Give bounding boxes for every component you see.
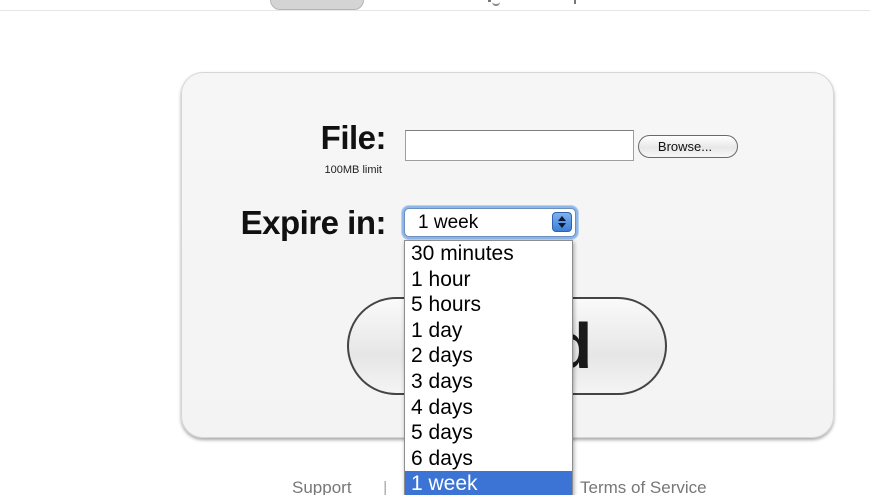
terms-of-service-link[interactable]: Terms of Service [580,478,707,495]
dropdown-option[interactable]: 2 days [405,343,572,369]
top-text-fragment [574,0,576,4]
page: File: 100MB limit Browse... Expire in: d… [0,0,870,495]
footer: Support | Terms of Service [0,478,870,495]
footer-separator: | [383,478,388,495]
dropdown-option[interactable]: 4 days [405,395,572,421]
support-link[interactable]: Support [292,478,352,495]
top-bar [0,0,870,10]
top-text-fragment [488,0,491,2]
dropdown-option[interactable]: 1 hour [405,267,572,293]
expire-select[interactable]: 1 week [404,208,576,237]
arrow-up-icon [558,216,566,221]
expire-label: Expire in: [240,204,387,241]
up-down-arrows-icon [552,212,572,232]
dropdown-option[interactable]: 30 minutes [405,241,572,267]
divider [0,10,870,11]
expire-select-value: 1 week [418,212,479,233]
file-label: File: [320,119,387,156]
dropdown-option[interactable]: 6 days [405,446,572,472]
browse-button[interactable]: Browse... [638,135,738,158]
file-path-input[interactable] [405,130,634,161]
dropdown-option[interactable]: 5 days [405,420,572,446]
top-button-fragment[interactable] [270,0,364,10]
top-text-fragment [492,0,500,6]
arrow-down-icon [558,223,566,228]
expire-dropdown-list: 30 minutes 1 hour 5 hours 1 day 2 days 3 days… [404,240,573,495]
file-limit-note: 100MB limit [324,164,382,176]
dropdown-option[interactable]: 5 hours [405,292,572,318]
dropdown-option[interactable]: 3 days [405,369,572,395]
dropdown-option[interactable]: 1 day [405,318,572,344]
